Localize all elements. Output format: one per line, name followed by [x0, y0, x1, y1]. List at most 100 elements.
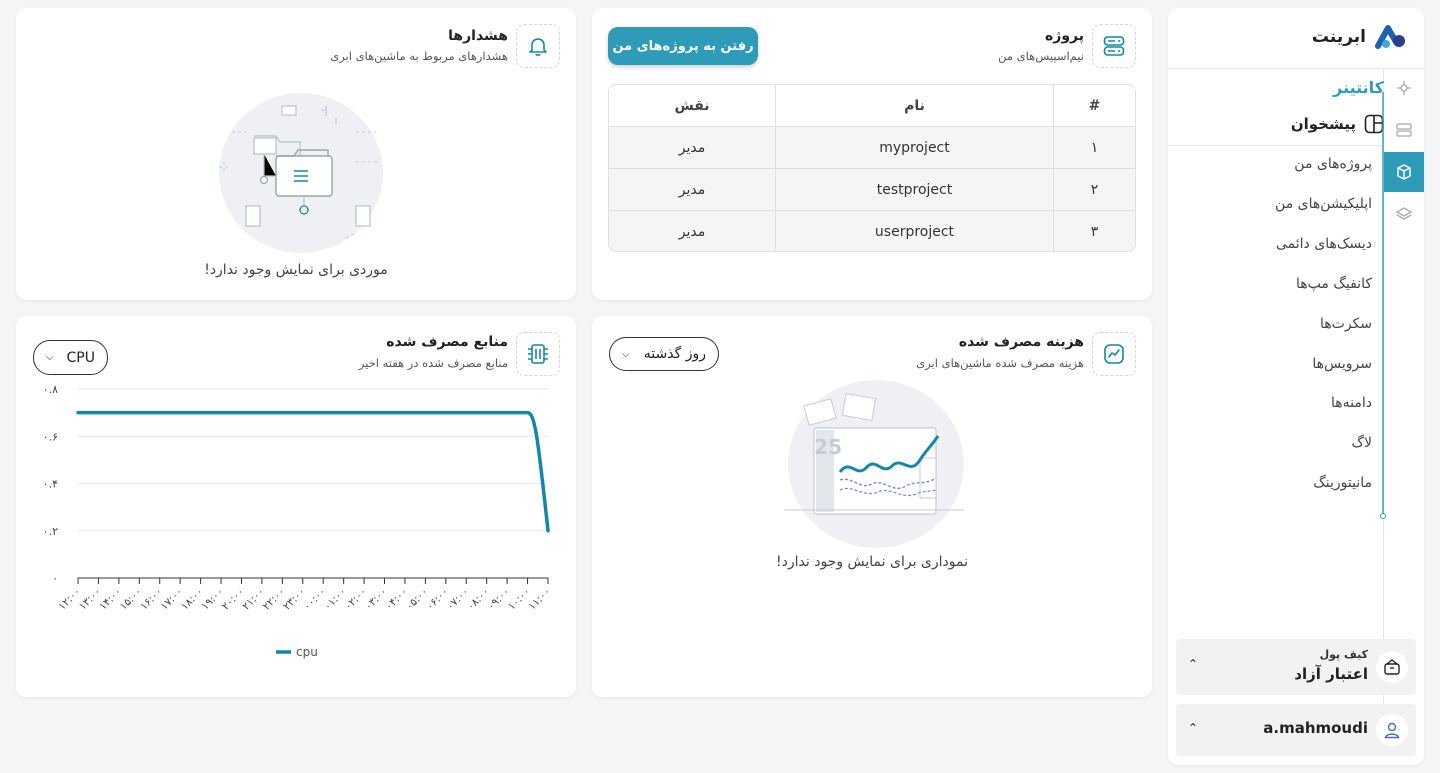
sidebar-item-my-applications[interactable]: اپلیکیشن‌های من: [1275, 196, 1372, 212]
brand[interactable]: ابرینت: [1312, 24, 1408, 50]
alerts-card: هشدارها هشدارهای مربوط به ماشین‌های ابری…: [16, 8, 576, 300]
cube-icon: [1397, 164, 1411, 180]
wallet-chevron-up-icon: ⌃: [1188, 657, 1199, 671]
table-header-role: نقش: [609, 85, 775, 127]
legend-label: cpu: [296, 645, 318, 659]
resources-subtitle: منابع مصرف شده در هفته اخیر: [358, 356, 508, 370]
rail-server-button[interactable]: [1384, 110, 1424, 150]
series-line-cpu: [76, 410, 550, 533]
resources-title: منابع مصرف شده: [386, 334, 508, 350]
x-tick-label: ۲۱:۰۰: [240, 586, 267, 613]
table-cell-name: myproject: [775, 127, 1053, 169]
sidebar-item-services[interactable]: سرویس‌ها: [1312, 356, 1372, 372]
x-tick-label: ۱۷:۰۰: [158, 586, 185, 613]
table-cell-num: ۱: [1053, 127, 1135, 169]
server-icon: [1396, 123, 1412, 137]
x-tick-label: ۰۱:۰۰: [322, 586, 349, 613]
x-tick-label: ۰۰:۰۰: [301, 586, 328, 613]
table-header-num: #: [1053, 85, 1135, 127]
projects-subtitle: نیم‌اسپیس‌های من: [998, 49, 1084, 63]
sidebar-section-title: کانتینر: [1333, 78, 1384, 97]
user-panel[interactable]: a.mahmoudi ⌃: [1176, 704, 1416, 756]
x-tick-label: ۱۸:۰۰: [179, 586, 206, 613]
wallet-value: اعتبار آزاد: [1294, 665, 1368, 683]
user-avatar: [1376, 714, 1408, 746]
projects-title: پروژه: [1045, 28, 1084, 44]
x-tick-label: ۰۲:۰۰: [342, 586, 369, 613]
x-tick-label: ۱۴:۰۰: [97, 586, 124, 613]
trend-chart-icon: [1104, 344, 1124, 364]
table-cell-role: مدیر: [609, 127, 775, 169]
chevron-down-icon: ⌵: [46, 352, 54, 363]
x-tick-label: ۱۳:۰۰: [77, 586, 104, 613]
cost-card: هزینه مصرف شده هزینه مصرف شده ماشین‌های …: [592, 316, 1152, 697]
table-cell-role: مدیر: [609, 211, 775, 251]
x-tick-label: ۱۱:۰۰: [526, 586, 553, 613]
cost-icon-box: [1092, 332, 1136, 376]
sidebar-item-monitoring[interactable]: مانیتورینگ: [1313, 475, 1372, 491]
alerts-icon-box: [516, 24, 560, 68]
projects-card: پروژه نیم‌اسپیس‌های من رفتن به پروژه‌های…: [592, 8, 1152, 300]
table-row[interactable]: ۳ userproject مدیر: [609, 211, 1135, 251]
x-tick-label: ۰۸:۰۰: [465, 586, 492, 613]
rail-layers-button[interactable]: [1384, 194, 1424, 234]
dashboard-divider: [1168, 145, 1384, 146]
sidebar-item-persistent-disks[interactable]: دیسک‌های دائمی: [1276, 236, 1372, 252]
wallet-panel[interactable]: کیف پول اعتبار آزاد ⌃: [1176, 639, 1416, 695]
projects-table: # نام نقش ۱ myproject مدیر ۲ testproject…: [609, 85, 1135, 251]
cost-period-dropdown[interactable]: روز گذشته ⌵: [609, 337, 719, 371]
y-tick-label: ۰.۸: [43, 383, 58, 396]
x-tick-label: ۰۶:۰۰: [424, 586, 451, 613]
table-cell-num: ۳: [1053, 211, 1135, 251]
layers-icon: [1396, 207, 1412, 220]
wallet-icon: [1384, 659, 1400, 675]
chevron-down-icon: ⌵: [622, 348, 630, 360]
brand-name: ابرینت: [1311, 27, 1366, 47]
user-icon: [1384, 722, 1400, 739]
table-row[interactable]: ۲ testproject مدیر: [609, 169, 1135, 211]
alerts-title: هشدارها: [448, 28, 508, 44]
sidebar-item-dashboard-label: پیشخوان: [1290, 115, 1356, 133]
table-header-name: نام: [775, 85, 1053, 127]
wallet-icon-wrap: [1376, 651, 1408, 683]
x-tick-label: ۲۰:۰۰: [220, 586, 247, 613]
y-tick-label: ۰.۲: [43, 525, 58, 538]
sidebar-item-config-maps[interactable]: کانفیگ مپ‌ها: [1296, 276, 1372, 292]
table-cell-num: ۲: [1053, 169, 1135, 211]
sidebar-item-secrets[interactable]: سکرت‌ها: [1320, 316, 1372, 332]
projects-table-wrap: # نام نقش ۱ myproject مدیر ۲ testproject…: [608, 84, 1136, 252]
empty-chart-illustration: 25: [784, 380, 964, 548]
rail-container-button[interactable]: [1384, 68, 1424, 108]
x-tick-label: ۱۰:۰۰: [506, 586, 533, 613]
resource-type-value: CPU: [66, 349, 95, 366]
table-cell-name: testproject: [775, 169, 1053, 211]
sidebar-item-my-projects[interactable]: پروژه‌های من: [1294, 156, 1372, 172]
x-tick-label: ۱۵:۰۰: [117, 586, 144, 613]
rail-box-button-active[interactable]: [1384, 152, 1424, 192]
alerts-empty-text: موردی برای نمایش وجود ندارد!: [204, 262, 388, 278]
cost-empty-text: نموداری برای نمایش وجود ندارد!: [776, 554, 968, 570]
dashboard-icon: [1364, 114, 1384, 134]
server-stack-icon: [1103, 36, 1125, 56]
go-to-projects-button[interactable]: رفتن به پروژه‌های من: [608, 27, 758, 65]
cost-title: هزینه مصرف شده: [958, 334, 1084, 350]
alerts-subtitle: هشدارهای مربوط به ماشین‌های ابری: [330, 49, 508, 63]
resources-icon-box: [516, 332, 560, 376]
illustration-number: 25: [814, 435, 842, 459]
x-tick-label: ۰۷:۰۰: [444, 586, 471, 613]
x-tick-label: ۰۵:۰۰: [404, 586, 431, 613]
x-tick-label: ۰۴:۰۰: [383, 586, 410, 613]
bell-icon: [529, 38, 547, 56]
resource-type-dropdown[interactable]: CPU ⌵: [33, 340, 108, 375]
sidebar-item-domains[interactable]: دامنه‌ها: [1331, 395, 1372, 411]
sidebar-item-log[interactable]: لاگ: [1351, 435, 1372, 451]
table-cell-name: userproject: [775, 211, 1053, 251]
x-tick-label: ۱۶:۰۰: [138, 586, 165, 613]
x-tick-label: ۱۲:۰۰: [56, 586, 83, 613]
empty-folder-illustration: [219, 93, 383, 253]
sidebar-item-dashboard[interactable]: پیشخوان: [1291, 114, 1384, 134]
table-row[interactable]: ۱ myproject مدیر: [609, 127, 1135, 169]
wallet-title: کیف پول: [1319, 648, 1368, 661]
y-tick-label: ۰.۴: [43, 478, 58, 491]
y-tick-label: ۰.۶: [43, 430, 58, 443]
